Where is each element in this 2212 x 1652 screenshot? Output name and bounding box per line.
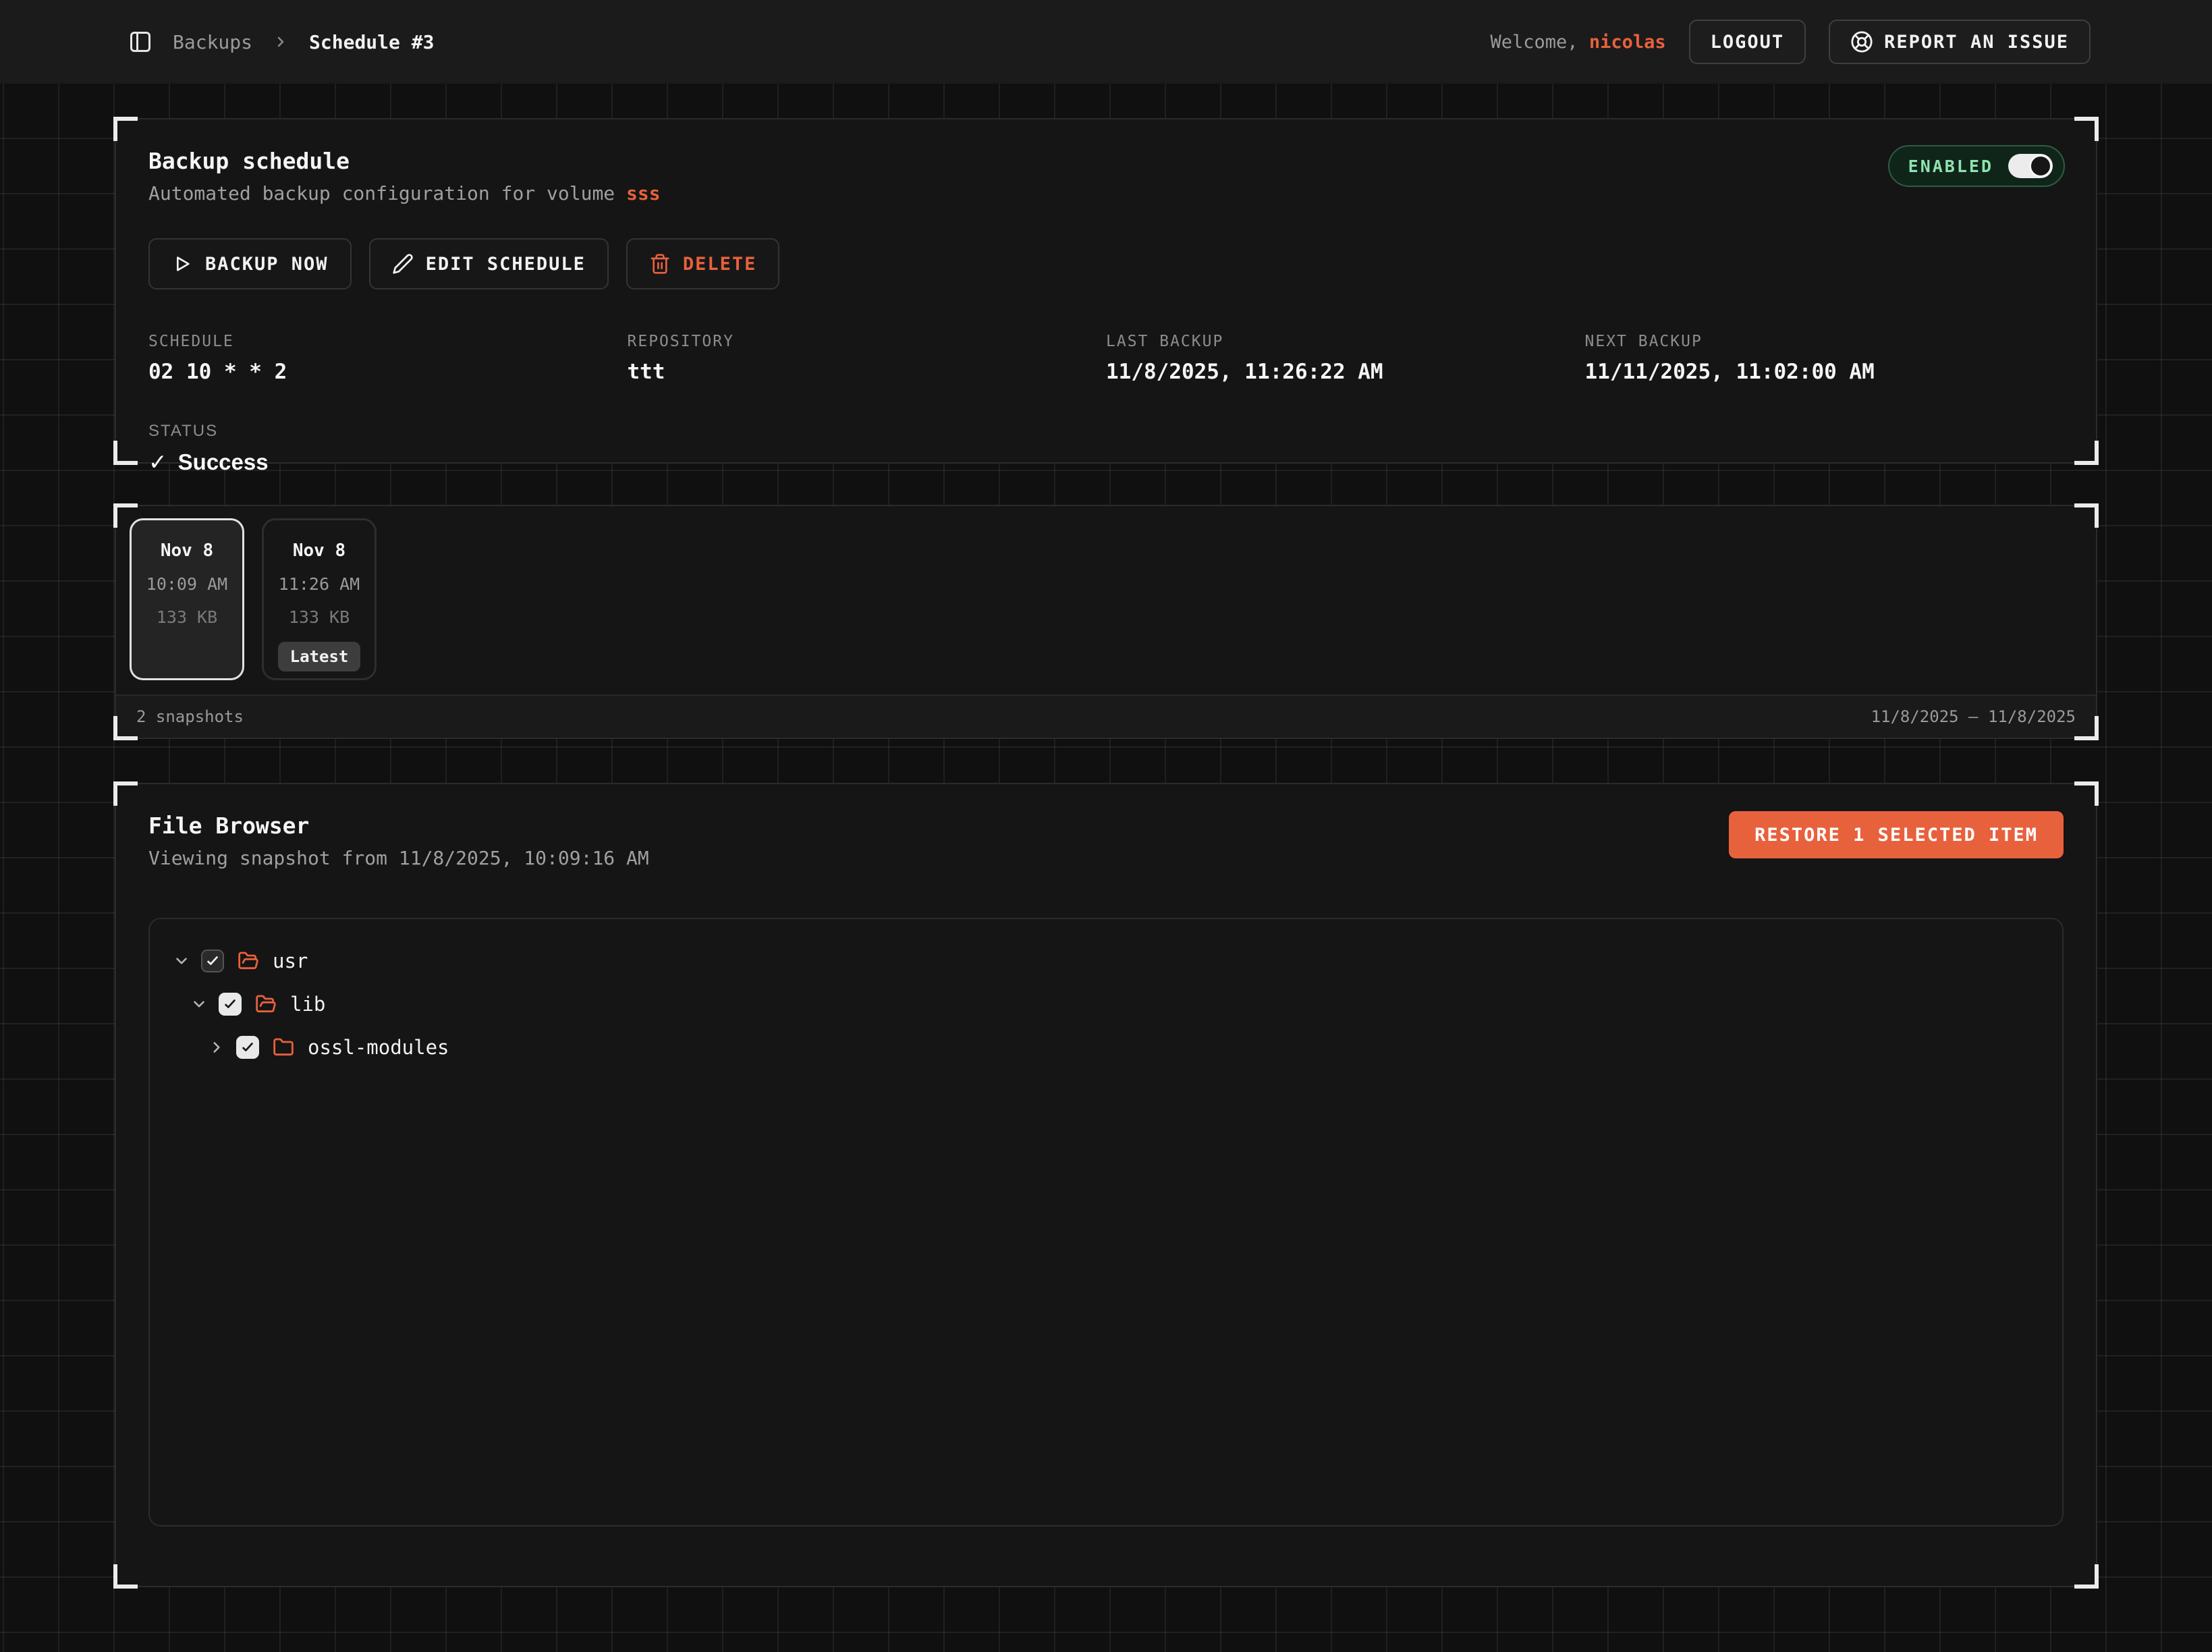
breadcrumb-current: Schedule #3: [309, 31, 434, 53]
schedule-info-grid: SCHEDULE 02 10 * * 2 REPOSITORY ttt LAST…: [148, 333, 2064, 384]
backup-now-button[interactable]: BACKUP NOW: [148, 238, 352, 290]
restore-selected-button[interactable]: RESTORE 1 SELECTED ITEM: [1729, 811, 2064, 858]
field-label: SCHEDULE: [148, 333, 628, 350]
enabled-label: ENABLED: [1908, 157, 1993, 176]
field-label: NEXT BACKUP: [1585, 333, 2064, 350]
logout-label: LOGOUT: [1711, 32, 1785, 53]
snapshot-size: 133 KB: [264, 607, 375, 627]
corner-bracket: [113, 441, 138, 465]
file-browser-card: File Browser Viewing snapshot from 11/8/…: [115, 783, 2097, 1587]
top-bar-right: Welcome, nicolas LOGOUT REPORT AN ISSUE: [1491, 20, 2091, 64]
snapshot-list: Nov 8 10:09 AM 133 KB Nov 8 11:26 AM 133…: [116, 506, 2096, 692]
tree-item-name[interactable]: ossl-modules: [308, 1036, 449, 1059]
corner-bracket: [113, 117, 138, 141]
delete-label: DELETE: [683, 254, 757, 275]
snapshot-time: 11:26 AM: [264, 574, 375, 594]
subtitle-prefix: Automated backup configuration for volum…: [148, 182, 626, 204]
tree-item-name[interactable]: usr: [273, 949, 308, 972]
status-label: STATUS: [148, 422, 2064, 441]
field-value: 11/8/2025, 11:26:22 AM: [1106, 360, 1585, 384]
corner-bracket: [2074, 503, 2099, 528]
field-value: 11/11/2025, 11:02:00 AM: [1585, 360, 2064, 384]
snapshot-time: 10:09 AM: [132, 574, 242, 594]
checkbox-checked[interactable]: [236, 1036, 259, 1059]
checkbox-checked[interactable]: [219, 993, 242, 1016]
folder-icon: [273, 1037, 294, 1058]
corner-bracket: [2074, 1564, 2099, 1589]
field-next-backup: NEXT BACKUP 11/11/2025, 11:02:00 AM: [1585, 333, 2064, 384]
backup-schedule-card: Backup schedule Automated backup configu…: [115, 118, 2097, 464]
tree-item-name[interactable]: lib: [290, 993, 325, 1016]
field-label: REPOSITORY: [628, 333, 1107, 350]
corner-bracket: [113, 716, 138, 740]
trash-icon: [649, 253, 671, 275]
report-issue-button[interactable]: REPORT AN ISSUE: [1829, 20, 2091, 64]
top-bar: Backups Schedule #3 Welcome, nicolas LOG…: [0, 0, 2212, 84]
snapshot-count: 2 snapshots: [136, 707, 244, 726]
breadcrumb: Backups Schedule #3: [128, 30, 434, 54]
switch-knob: [2029, 155, 2052, 177]
status-text: Success: [178, 449, 269, 475]
latest-badge: Latest: [278, 642, 361, 671]
schedule-actions: BACKUP NOW EDIT SCHEDULE DELETE: [148, 238, 2064, 290]
chevron-right-icon[interactable]: [208, 1039, 225, 1056]
snapshot-card-selected[interactable]: Nov 8 10:09 AM 133 KB: [130, 518, 244, 680]
tree-row-usr[interactable]: usr: [169, 939, 2043, 983]
sidebar-toggle-icon[interactable]: [128, 30, 153, 54]
pencil-icon: [392, 253, 414, 275]
tree-row-lib[interactable]: lib: [169, 983, 2043, 1026]
field-label: LAST BACKUP: [1106, 333, 1585, 350]
field-value: ttt: [628, 360, 1107, 384]
snapshot-card[interactable]: Nov 8 11:26 AM 133 KB Latest: [262, 518, 377, 680]
welcome-prefix: Welcome,: [1491, 32, 1578, 53]
username: nicolas: [1589, 32, 1666, 53]
corner-bracket: [113, 503, 138, 528]
welcome-text: Welcome, nicolas: [1491, 32, 1666, 53]
chevron-down-icon[interactable]: [173, 952, 190, 970]
report-issue-label: REPORT AN ISSUE: [1884, 32, 2069, 53]
checkbox-partial[interactable]: [201, 949, 224, 972]
schedule-card-title: Backup schedule: [148, 148, 2064, 174]
file-tree-panel: usr lib: [148, 918, 2064, 1526]
logout-button[interactable]: LOGOUT: [1689, 20, 1806, 64]
corner-bracket: [113, 1564, 138, 1589]
corner-bracket: [2074, 716, 2099, 740]
play-icon: [171, 253, 193, 275]
page-background: Backups Schedule #3 Welcome, nicolas LOG…: [0, 0, 2212, 1652]
snapshot-date-range: 11/8/2025 – 11/8/2025: [1871, 707, 2076, 726]
snapshot-date: Nov 8: [132, 541, 242, 561]
snapshot-date: Nov 8: [264, 541, 375, 561]
enabled-toggle-pill[interactable]: ENABLED: [1888, 145, 2065, 187]
field-last-backup: LAST BACKUP 11/8/2025, 11:26:22 AM: [1106, 333, 1585, 384]
chevron-down-icon[interactable]: [190, 995, 208, 1013]
enabled-switch[interactable]: [2008, 154, 2053, 178]
status-value: ✓ Success: [148, 449, 2064, 475]
breadcrumb-separator-icon: [273, 34, 289, 50]
check-icon: ✓: [148, 449, 167, 475]
field-schedule: SCHEDULE 02 10 * * 2: [148, 333, 628, 384]
snapshot-size: 133 KB: [132, 607, 242, 627]
corner-bracket: [113, 781, 138, 806]
folder-open-icon: [255, 993, 277, 1015]
folder-open-icon: [238, 950, 259, 972]
backup-now-label: BACKUP NOW: [205, 254, 329, 275]
corner-bracket: [2074, 117, 2099, 141]
snapshots-footer: 2 snapshots 11/8/2025 – 11/8/2025: [116, 694, 2096, 738]
status-block: STATUS ✓ Success: [148, 422, 2064, 475]
field-value: 02 10 * * 2: [148, 360, 628, 384]
tree-row-ossl-modules[interactable]: ossl-modules: [169, 1026, 2043, 1069]
edit-schedule-label: EDIT SCHEDULE: [426, 254, 586, 275]
corner-bracket: [2074, 441, 2099, 465]
edit-schedule-button[interactable]: EDIT SCHEDULE: [369, 238, 609, 290]
snapshots-section: Nov 8 10:09 AM 133 KB Nov 8 11:26 AM 133…: [115, 505, 2097, 739]
volume-name: sss: [626, 182, 661, 204]
corner-bracket: [2074, 781, 2099, 806]
field-repository: REPOSITORY ttt: [628, 333, 1107, 384]
delete-button[interactable]: DELETE: [626, 238, 780, 290]
schedule-card-subtitle: Automated backup configuration for volum…: [148, 182, 2064, 204]
breadcrumb-section[interactable]: Backups: [173, 31, 252, 53]
lifebuoy-icon: [1850, 30, 1873, 53]
